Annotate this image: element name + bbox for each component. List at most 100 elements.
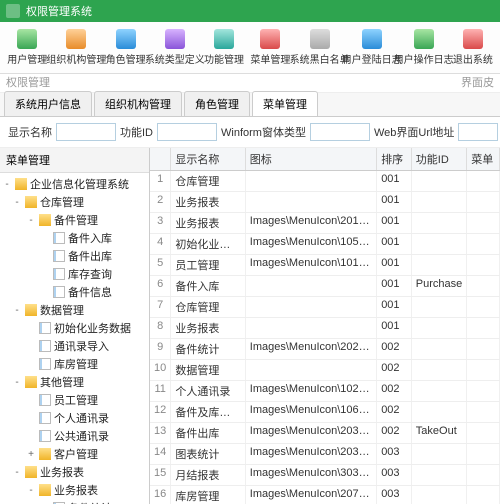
tree-icon xyxy=(39,484,51,496)
col-header[interactable]: 功能ID xyxy=(412,148,467,170)
toolbar-role-mgmt[interactable]: 角色管理 xyxy=(102,25,148,71)
cell: 4 xyxy=(150,234,171,254)
filter-func-input[interactable] xyxy=(157,123,217,141)
table-row[interactable]: 2业务报表001 xyxy=(150,192,500,213)
toolbar-user-mgmt[interactable]: 用户管理 xyxy=(4,25,50,71)
tab[interactable]: 系统用户信息 xyxy=(4,91,92,116)
cell xyxy=(467,444,500,464)
filter-url-input[interactable] xyxy=(458,123,498,141)
tree-node[interactable]: 备件信息 xyxy=(0,283,149,301)
table-row[interactable]: 11个人通讯录Images\MenuIcon\102.ico002 xyxy=(150,381,500,402)
cell: 图表统计 xyxy=(171,444,245,464)
cell xyxy=(467,297,500,317)
cell: 10 xyxy=(150,360,171,380)
tree-twisty[interactable]: - xyxy=(12,305,22,316)
tree-node[interactable]: 库存查询 xyxy=(0,265,149,283)
tree-node[interactable]: 员工管理 xyxy=(0,391,149,409)
user-mgmt-icon xyxy=(17,29,37,49)
filter-winform-input[interactable] xyxy=(310,123,370,141)
cell: 001 xyxy=(377,213,412,233)
table-row[interactable]: 6备件入库001Purchase xyxy=(150,276,500,297)
tab[interactable]: 角色管理 xyxy=(184,91,250,116)
col-header[interactable]: 菜单 xyxy=(467,148,500,170)
tree-twisty[interactable]: - xyxy=(12,197,22,208)
tab[interactable]: 组织机构管理 xyxy=(94,91,182,116)
toolbar-org-mgmt[interactable]: 组织机构管理 xyxy=(50,25,102,71)
toolbar-systype[interactable]: 系统类型定义 xyxy=(149,25,201,71)
table-row[interactable]: 5员工管理Images\MenuIcon\101.ico001 xyxy=(150,255,500,276)
role-mgmt-icon xyxy=(116,29,136,49)
tree-twisty[interactable]: + xyxy=(26,449,36,460)
toolbar-login-log[interactable]: 用户登陆日志 xyxy=(346,25,398,71)
toolbar-exit[interactable]: 退出系统 xyxy=(450,25,496,71)
cell: 个人通讯录 xyxy=(171,381,245,401)
cell: 001 xyxy=(377,255,412,275)
tree-node[interactable]: 备件出库 xyxy=(0,247,149,265)
cell: 001 xyxy=(377,192,412,212)
tree-twisty[interactable]: - xyxy=(26,215,36,226)
col-header[interactable]: 排序 xyxy=(377,148,412,170)
tree-twisty[interactable]: - xyxy=(26,485,36,496)
filter-name-input[interactable] xyxy=(56,123,116,141)
tree-node[interactable]: +客户管理 xyxy=(0,445,149,463)
login-log-icon xyxy=(362,29,382,49)
table-row[interactable]: 14图表统计Images\MenuIcon\203.ico003 xyxy=(150,444,500,465)
toolbar-op-log[interactable]: 用户操作日志 xyxy=(398,25,450,71)
cell: Images\MenuIcon\105.ico xyxy=(246,234,377,254)
exit-icon xyxy=(463,29,483,49)
col-header[interactable] xyxy=(150,148,171,170)
tree-twisty[interactable]: - xyxy=(12,467,22,478)
tree-label: 通讯录导入 xyxy=(54,338,109,354)
tree-node[interactable]: -业务报表 xyxy=(0,463,149,481)
cell xyxy=(412,192,467,212)
table-row[interactable]: 9备件统计Images\MenuIcon\202.ico002 xyxy=(150,339,500,360)
titlebar: 权限管理系统 xyxy=(0,0,500,22)
table-row[interactable]: 8业务报表001 xyxy=(150,318,500,339)
tree-label: 备件信息 xyxy=(68,284,112,300)
cell xyxy=(467,213,500,233)
toolbar-menu-mgmt[interactable]: 菜单管理 xyxy=(247,25,293,71)
tree-node[interactable]: 个人通讯录 xyxy=(0,409,149,427)
table-row[interactable]: 10数据管理002 xyxy=(150,360,500,381)
toolbar-blacklist[interactable]: 系统黑白名单 xyxy=(294,25,346,71)
tab[interactable]: 菜单管理 xyxy=(252,91,318,116)
tree-node[interactable]: -数据管理 xyxy=(0,301,149,319)
tree-node[interactable]: -备件管理 xyxy=(0,211,149,229)
tree-node[interactable]: 初始化业务数据 xyxy=(0,319,149,337)
col-header[interactable]: 图标 xyxy=(246,148,377,170)
tree-node[interactable]: -其他管理 xyxy=(0,373,149,391)
tree-node[interactable]: -仓库管理 xyxy=(0,193,149,211)
table-row[interactable]: 16库房管理Images\MenuIcon\207.ICO003 xyxy=(150,486,500,504)
tree-node[interactable]: 备件入库 xyxy=(0,229,149,247)
table-row[interactable]: 15月结报表Images\MenuIcon\303.ico003 xyxy=(150,465,500,486)
filter-func-label: 功能ID xyxy=(120,124,153,140)
tree-icon xyxy=(39,412,51,424)
tree-node[interactable]: 通讯录导入 xyxy=(0,337,149,355)
filter-name-label: 显示名称 xyxy=(8,124,52,140)
toolbar-func-mgmt[interactable]: 功能管理 xyxy=(201,25,247,71)
table-row[interactable]: 13备件出库Images\MenuIcon\203.ico002TakeOut xyxy=(150,423,500,444)
tree-node[interactable]: 公共通讯录 xyxy=(0,427,149,445)
tree-label: 备件统计 xyxy=(68,500,112,504)
tree-twisty[interactable]: - xyxy=(12,377,22,388)
tree-icon xyxy=(53,250,65,262)
cell xyxy=(412,339,467,359)
table-row[interactable]: 7仓库管理001 xyxy=(150,297,500,318)
col-header[interactable]: 显示名称 xyxy=(171,148,245,170)
cell: 002 xyxy=(377,381,412,401)
cell xyxy=(467,234,500,254)
table-row[interactable]: 4初始化业务数据Images\MenuIcon\105.ico001 xyxy=(150,234,500,255)
tree-node[interactable]: -企业信息化管理系统 xyxy=(0,175,149,193)
tree-node[interactable]: 库房管理 xyxy=(0,355,149,373)
table-row[interactable]: 3业务报表Images\MenuIcon\201.ico001 xyxy=(150,213,500,234)
tree-icon xyxy=(39,322,51,334)
tree-node[interactable]: -业务报表 xyxy=(0,481,149,499)
cell xyxy=(412,234,467,254)
cell xyxy=(467,486,500,504)
table-row[interactable]: 1仓库管理001 xyxy=(150,171,500,192)
tree-twisty[interactable]: - xyxy=(2,179,12,190)
tree-icon xyxy=(39,430,51,442)
cell: 002 xyxy=(377,360,412,380)
toolbar: 用户管理组织机构管理角色管理系统类型定义功能管理菜单管理系统黑白名单用户登陆日志… xyxy=(0,22,500,74)
table-row[interactable]: 12备件及库存导入Images\MenuIcon\106.ico002 xyxy=(150,402,500,423)
